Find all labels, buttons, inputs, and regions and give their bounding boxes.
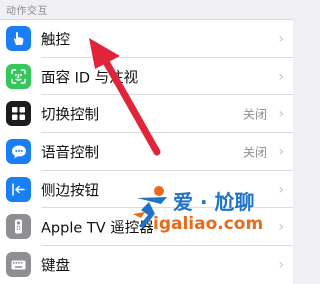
chevron-right-icon: › (278, 219, 284, 236)
hand-touch-icon (6, 26, 31, 51)
settings-row-label: 面容 ID 与注视 (41, 70, 139, 87)
chevron-right-icon: › (278, 256, 284, 273)
chevron-right-icon: › (278, 106, 284, 123)
face-id-icon (6, 63, 31, 89)
settings-row-value: 关闭 (242, 107, 267, 122)
settings-list: 触控 › 面容 ID 与注视 › 切换控制 关闭 › 语音控制 关闭 › 侧边按… (0, 19, 293, 284)
settings-row-side-button[interactable]: 侧边按钮 › (0, 171, 293, 209)
settings-row-label: 语音控制 (41, 145, 99, 162)
settings-row-label: 键盘 (41, 258, 70, 275)
settings-row-keyboard[interactable]: 键盘 › (0, 246, 293, 284)
settings-row-label: 切换控制 (41, 107, 99, 124)
chevron-right-icon: › (278, 30, 284, 47)
settings-row-label: 触控 (41, 32, 70, 49)
settings-row-apple-tv-remote[interactable]: Apple TV 遥控器 › (0, 208, 293, 246)
settings-row-touch[interactable]: 触控 › (0, 20, 293, 58)
side-button-icon (6, 176, 31, 202)
section-header-interaction: 动作交互 (6, 6, 48, 17)
settings-row-label: 侧边按钮 (41, 183, 99, 200)
keyboard-icon (6, 252, 31, 278)
settings-row-switch-control[interactable]: 切换控制 关闭 › (0, 95, 293, 133)
chevron-right-icon: › (278, 181, 284, 198)
settings-row-value: 关闭 (242, 145, 267, 160)
settings-row-label: Apple TV 遥控器 (41, 220, 154, 237)
chevron-right-icon: › (278, 68, 284, 85)
voice-control-icon (6, 139, 31, 165)
remote-icon (6, 214, 31, 240)
settings-row-face-id[interactable]: 面容 ID 与注视 › (0, 58, 293, 96)
chevron-right-icon: › (278, 143, 284, 160)
settings-row-voice-control[interactable]: 语音控制 关闭 › (0, 133, 293, 171)
switch-control-icon (6, 101, 31, 127)
